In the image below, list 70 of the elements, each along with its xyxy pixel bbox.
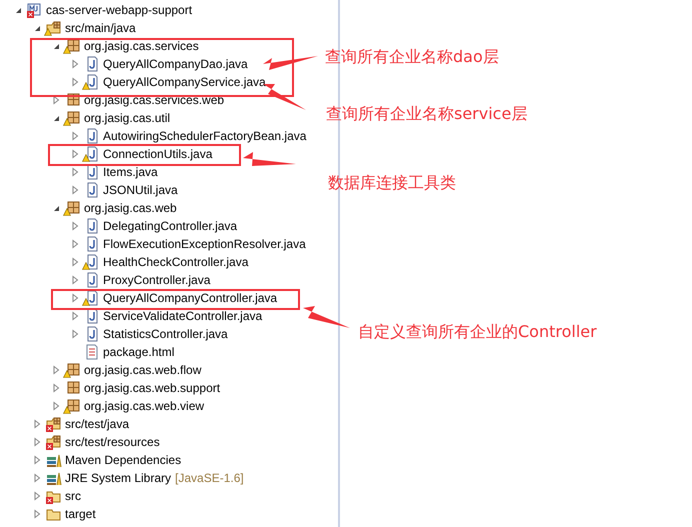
annotation-label: 查询所有企业名称dao层: [325, 47, 499, 68]
html-file-icon: [84, 344, 100, 360]
package-icon: [65, 380, 81, 396]
arrow: [243, 152, 296, 166]
collapsed-toggle[interactable]: [32, 419, 42, 429]
library-icon: [46, 452, 62, 468]
tree-item[interactable]: ServiceValidateController.java: [103, 309, 262, 323]
package-icon: [65, 362, 81, 378]
tree-item[interactable]: target: [65, 507, 96, 521]
collapsed-toggle[interactable]: [70, 221, 80, 231]
tree-item[interactable]: org.jasig.cas.web.view: [84, 399, 204, 413]
annotation-label: 查询所有企业名称service层: [326, 104, 528, 125]
tree-item[interactable]: Maven Dependencies: [65, 453, 182, 467]
library-icon: [46, 470, 62, 486]
collapsed-toggle[interactable]: [32, 491, 42, 501]
tree-item[interactable]: QueryAllCompanyService.java: [103, 75, 266, 89]
collapsed-toggle[interactable]: [70, 131, 80, 141]
tree-item[interactable]: Items.java: [103, 165, 158, 179]
package-icon: [65, 398, 81, 414]
package-icon: [65, 110, 81, 126]
tree-item[interactable]: org.jasig.cas.web.flow: [84, 363, 202, 377]
collapsed-toggle[interactable]: [32, 473, 42, 483]
package-icon: [65, 38, 81, 54]
tree-item[interactable]: src/main/java: [65, 21, 136, 35]
tree-item[interactable]: JRE System Library: [65, 471, 172, 485]
tree-item[interactable]: FlowExecutionExceptionResolver.java: [103, 237, 306, 251]
tree-item[interactable]: DelegatingController.java: [103, 219, 238, 233]
tree-item[interactable]: QueryAllCompanyController.java: [103, 291, 278, 305]
tree-item[interactable]: src/test/java: [65, 417, 130, 431]
library-version: [JavaSE-1.6]: [175, 471, 244, 485]
tree-item[interactable]: QueryAllCompanyDao.java: [103, 57, 248, 71]
collapsed-toggle[interactable]: [70, 149, 80, 159]
package-icon: [65, 200, 81, 216]
collapsed-toggle[interactable]: [32, 455, 42, 465]
collapsed-toggle[interactable]: [51, 95, 61, 105]
tree-item[interactable]: org.jasig.cas.web.support: [84, 381, 220, 395]
collapsed-toggle[interactable]: [70, 311, 80, 321]
source-folder-icon: [46, 20, 62, 36]
arrow: [263, 56, 318, 70]
tree-item[interactable]: package.html: [103, 345, 174, 359]
tree-item[interactable]: org.jasig.cas.web: [84, 201, 177, 215]
tree-item[interactable]: cas-server-webapp-support: [46, 3, 192, 17]
tree-item[interactable]: org.jasig.cas.services: [84, 39, 199, 53]
collapsed-toggle[interactable]: [32, 509, 42, 519]
collapsed-toggle[interactable]: [70, 185, 80, 195]
collapsed-toggle[interactable]: [70, 167, 80, 177]
tree-item[interactable]: src: [65, 489, 81, 503]
annotation-label: 数据库连接工具类: [328, 173, 456, 194]
tree-item[interactable]: src/test/resources: [65, 435, 160, 449]
tree-item[interactable]: org.jasig.cas.util: [84, 111, 170, 125]
tree-item[interactable]: org.jasig.cas.services.web: [84, 93, 224, 107]
arrow: [303, 306, 350, 328]
collapsed-toggle[interactable]: [70, 239, 80, 249]
tree-item[interactable]: ConnectionUtils.java: [103, 147, 212, 161]
collapsed-toggle[interactable]: [51, 365, 61, 375]
tree-item[interactable]: StatisticsController.java: [103, 327, 228, 341]
collapsed-toggle[interactable]: [70, 329, 80, 339]
collapsed-toggle[interactable]: [70, 293, 80, 303]
collapsed-toggle[interactable]: [70, 275, 80, 285]
collapsed-toggle[interactable]: [70, 59, 80, 69]
collapsed-toggle[interactable]: [51, 401, 61, 411]
tree-item[interactable]: JSONUtil.java: [103, 183, 178, 197]
collapsed-toggle[interactable]: [70, 257, 80, 267]
collapsed-toggle[interactable]: [51, 383, 61, 393]
collapsed-toggle[interactable]: [32, 437, 42, 447]
tree-item[interactable]: HealthCheckController.java: [103, 255, 248, 269]
tree-item[interactable]: ProxyController.java: [103, 273, 210, 287]
collapsed-toggle[interactable]: [70, 77, 80, 87]
tree-item[interactable]: AutowiringSchedulerFactoryBean.java: [103, 129, 306, 143]
annotation-label: 自定义查询所有企业的Controller: [358, 322, 597, 343]
